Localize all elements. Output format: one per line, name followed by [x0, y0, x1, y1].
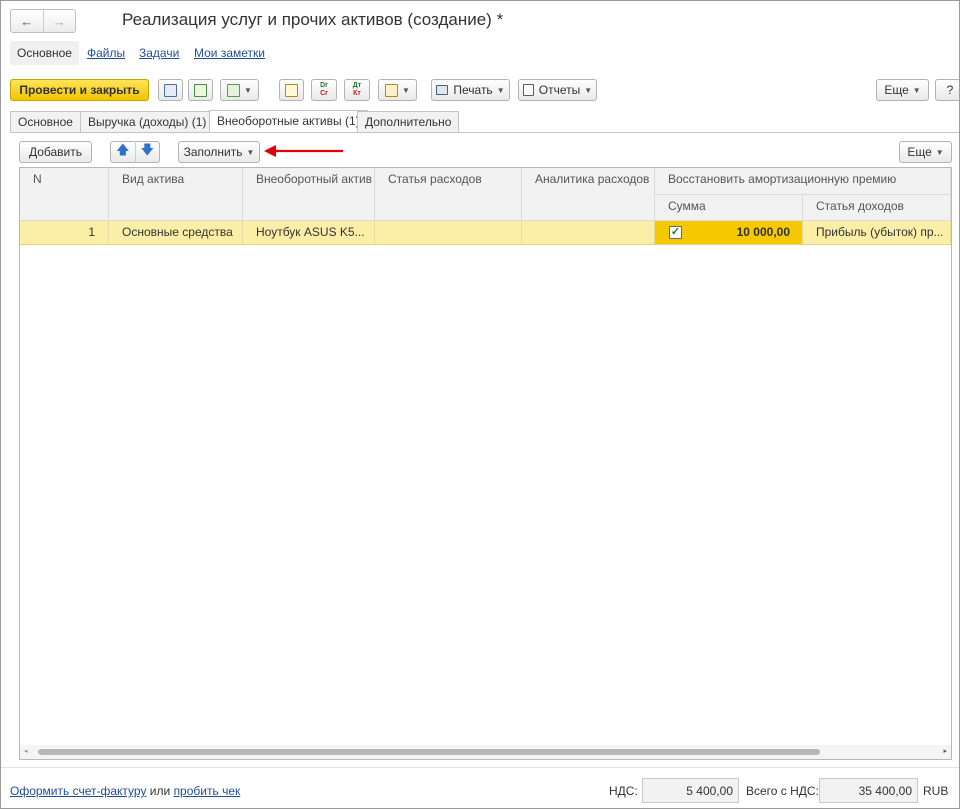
tab-divider [10, 132, 959, 133]
currency-label: RUB [923, 784, 949, 798]
create-invoice-link[interactable]: Оформить счет-фактуру [10, 784, 146, 798]
fill-button[interactable]: Заполнить ▼ [178, 141, 260, 163]
print-button[interactable]: Печать ▼ [431, 79, 510, 101]
cell-amount[interactable]: ✓ 10 000,00 [655, 221, 803, 244]
or-text: или [149, 784, 171, 798]
chevron-down-icon: ▼ [912, 85, 921, 95]
more-button[interactable]: Еще ▼ [876, 79, 929, 101]
section-main[interactable]: Основное [10, 41, 79, 65]
cell-n[interactable]: 1 [20, 221, 109, 244]
footer-divider [1, 767, 959, 768]
forward-arrow-icon[interactable]: → [42, 10, 76, 32]
structure-button[interactable] [279, 79, 304, 101]
scroll-right-icon[interactable]: ▸ [943, 747, 947, 755]
dr-label: Dr [320, 82, 328, 89]
annotation-arrow-icon [264, 145, 343, 157]
column-group-restore-premium: Восстановить амортизационную премию [655, 168, 951, 195]
total-field: 35 400,00 [819, 778, 918, 803]
scroll-thumb[interactable] [38, 749, 820, 755]
tab-main[interactable]: Основное [10, 111, 81, 132]
help-button[interactable]: ? [935, 79, 959, 101]
cell-asset-type[interactable]: Основные средства [109, 221, 243, 244]
column-header-asset-type[interactable]: Вид актива [109, 168, 243, 221]
tab-additional[interactable]: Дополнительно [357, 111, 460, 132]
tab-fixed-assets[interactable]: Внеоборотные активы (1) [209, 110, 368, 133]
column-header-expense-item[interactable]: Статья расходов [375, 168, 522, 221]
create-based-on-icon [227, 83, 241, 97]
save-icon [164, 83, 177, 97]
kt-label: Кт [353, 90, 361, 97]
add-row-button[interactable]: Добавить [19, 141, 92, 163]
document-window: ← → Реализация услуг и прочих активов (с… [0, 0, 960, 809]
cell-asset[interactable]: Ноутбук ASUS K5... [243, 221, 375, 244]
assets-table: N Вид актива Внеоборотный актив Статья р… [19, 167, 952, 760]
post-and-close-button[interactable]: Провести и закрыть [10, 79, 149, 101]
window-title: Реализация услуг и прочих активов (созда… [122, 10, 504, 29]
vat-label: НДС: [609, 784, 638, 798]
create-based-on-button[interactable]: ▼ [220, 79, 259, 101]
chevron-down-icon: ▼ [935, 147, 944, 157]
column-header-income-item[interactable]: Статья доходов [803, 195, 951, 221]
reports-label: Отчеты [538, 83, 581, 97]
more-label: Еще [884, 83, 909, 97]
section-my-notes[interactable]: Мои заметки [194, 41, 265, 65]
move-up-icon[interactable]: 🡅 [111, 141, 136, 163]
tab-revenue[interactable]: Выручка (доходы) (1) [80, 111, 215, 132]
total-label: Всего с НДС: [746, 784, 819, 798]
amount-value: 10 000,00 [736, 225, 790, 239]
chevron-down-icon: ▼ [246, 147, 255, 157]
move-down-icon[interactable]: 🡇 [136, 141, 160, 163]
cell-expense-analytics[interactable] [522, 221, 655, 244]
fill-label: Заполнить [183, 145, 243, 159]
dt-kt-button[interactable]: Дт Кт [344, 79, 370, 101]
printer-icon [436, 85, 449, 95]
column-header-asset[interactable]: Внеоборотный актив [243, 168, 375, 221]
chevron-down-icon: ▼ [496, 85, 505, 95]
attachments-button[interactable]: ▼ [378, 79, 417, 101]
chevron-down-icon: ▼ [402, 85, 410, 95]
section-files[interactable]: Файлы [87, 41, 125, 65]
column-header-expense-analytics[interactable]: Аналитика расходов [522, 168, 655, 221]
cell-income-item[interactable]: Прибыль (убыток) пр... [803, 221, 951, 244]
back-arrow-icon[interactable]: ← [11, 10, 43, 32]
table-more-label: Еще [907, 145, 932, 159]
chevron-down-icon: ▼ [584, 85, 593, 95]
dr-cr-button[interactable]: Dr Cr [311, 79, 337, 101]
chevron-down-icon: ▼ [244, 85, 252, 95]
reports-button[interactable]: Отчеты ▼ [518, 79, 597, 101]
horizontal-scrollbar[interactable]: ◂ ▸ [20, 745, 951, 759]
column-header-amount[interactable]: Сумма [655, 195, 803, 221]
section-tasks[interactable]: Задачи [139, 41, 179, 65]
table-row[interactable]: 1 Основные средства Ноутбук ASUS K5... ✓… [20, 221, 951, 245]
vat-field: 5 400,00 [642, 778, 739, 803]
post-document-icon [194, 83, 207, 97]
cr-label: Cr [320, 90, 328, 97]
move-buttons: 🡅 🡇 [110, 141, 160, 163]
report-icon [522, 84, 534, 96]
navigation-group: ← → [10, 9, 76, 33]
column-header-n[interactable]: N [20, 168, 109, 221]
print-receipt-link[interactable]: пробить чек [174, 784, 241, 798]
footer-links: Оформить счет-фактуру или пробить чек [10, 784, 240, 798]
restore-checkbox[interactable]: ✓ [669, 226, 682, 239]
list-icon [285, 83, 298, 97]
post-button[interactable] [188, 79, 213, 101]
cell-expense-item[interactable] [375, 221, 522, 244]
save-button[interactable] [158, 79, 183, 101]
scroll-left-icon[interactable]: ◂ [24, 747, 28, 755]
paperclip-icon [385, 83, 399, 97]
print-label: Печать [453, 83, 493, 97]
table-more-button[interactable]: Еще ▼ [899, 141, 952, 163]
dt-label: Дт [352, 82, 362, 89]
